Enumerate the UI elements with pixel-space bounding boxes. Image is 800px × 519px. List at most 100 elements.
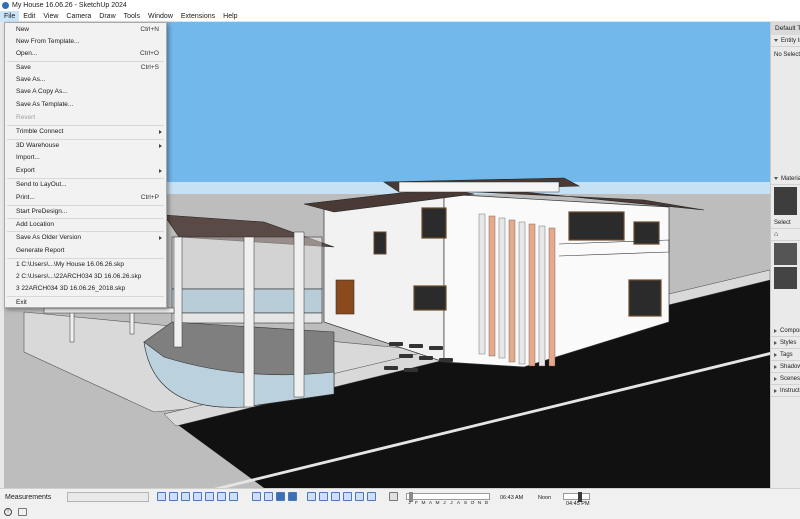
no-selection-text: No Selection — [774, 52, 800, 58]
wireframe-icon[interactable] — [264, 492, 273, 501]
front-view-icon[interactable] — [181, 492, 190, 501]
time-noon: Noon — [538, 495, 552, 501]
menu-item-3d-warehouse[interactable]: 3D Warehouse — [5, 140, 166, 152]
collapse-icon — [774, 328, 777, 333]
menu-item-new[interactable]: New Ctrl+N — [5, 24, 166, 36]
menu-item-generate-report[interactable]: Generate Report — [5, 245, 166, 257]
menu-item-new-from-template[interactable]: New From Template... — [5, 36, 166, 48]
bottom-view-icon[interactable] — [229, 492, 238, 501]
info-icon[interactable]: ! — [4, 508, 12, 516]
window-title: My House 16.06.26 - SketchUp 2024 — [12, 2, 127, 9]
upper-story-wall — [398, 181, 560, 193]
date-slider[interactable] — [406, 492, 490, 502]
scenes-panel[interactable]: Scenes — [771, 373, 800, 385]
front-door — [335, 279, 355, 315]
material-swatch[interactable] — [774, 187, 797, 215]
instructor-panel[interactable]: Instructor — [771, 385, 800, 397]
menu-item-recent-1[interactable]: 1 C:\Users\...\My House 16.06.26.skp — [5, 259, 166, 271]
shadows-toggle-icon[interactable] — [389, 492, 398, 501]
menu-item-open[interactable]: Open... Ctrl+O — [5, 48, 166, 60]
zoom-icon[interactable] — [307, 492, 316, 501]
menu-item-save-copy-as[interactable]: Save A Copy As... — [5, 86, 166, 98]
menu-item-import[interactable]: Import... — [5, 152, 166, 164]
time-slider[interactable] — [563, 492, 590, 502]
components-panel[interactable]: Components — [771, 325, 800, 337]
menu-item-start-predesign[interactable]: Start PreDesign... — [5, 206, 166, 218]
menu-item-export[interactable]: Export — [5, 165, 166, 177]
shadows-panel[interactable]: Shadows — [771, 361, 800, 373]
home-icon[interactable]: ⌂ — [774, 229, 778, 241]
status-bar: Measurements JFMAMJJASOND 06:43 AM Noon … — [0, 488, 800, 519]
menu-item-print[interactable]: Print... Ctrl+P — [5, 192, 166, 204]
select-tab[interactable]: Select — [771, 217, 800, 229]
time-end: 04:45 PM — [566, 501, 590, 507]
menu-view[interactable]: View — [39, 11, 62, 22]
collapse-icon — [774, 352, 777, 357]
month-scale: JFMAMJJASOND — [408, 501, 489, 506]
menu-item-save[interactable]: Save Ctrl+S — [5, 62, 166, 74]
menu-item-recent-3[interactable]: 3 22ARCH034 3D 16.06.26_2018.skp — [5, 283, 166, 295]
top-view-icon[interactable] — [169, 492, 178, 501]
submenu-arrow-icon — [159, 169, 162, 173]
window-lower-right — [628, 279, 662, 317]
menu-extensions[interactable]: Extensions — [177, 11, 219, 22]
tags-panel[interactable]: Tags — [771, 349, 800, 361]
window-side — [373, 231, 387, 255]
menu-camera[interactable]: Camera — [62, 11, 95, 22]
section-plane-icon[interactable] — [355, 492, 364, 501]
collapse-icon — [774, 340, 777, 345]
measurements-label: Measurements — [5, 494, 52, 501]
submenu-arrow-icon — [159, 130, 162, 134]
geolocation-icon[interactable] — [18, 508, 27, 516]
right-view-icon[interactable] — [193, 492, 202, 501]
default-tray: Default Tray Entity Info No Selection Ma… — [770, 22, 800, 488]
material-thumb-1[interactable] — [774, 243, 797, 265]
menu-edit[interactable]: Edit — [19, 11, 39, 22]
orbit-icon[interactable] — [331, 492, 340, 501]
menu-tools[interactable]: Tools — [120, 11, 144, 22]
entity-info-body — [771, 63, 800, 173]
expand-icon — [774, 39, 778, 42]
time-start: 06:43 AM — [500, 495, 524, 501]
left-view-icon[interactable] — [217, 492, 226, 501]
materials-header[interactable]: Materials — [771, 173, 800, 185]
material-thumb-2[interactable] — [774, 267, 797, 289]
menu-item-trimble-connect[interactable]: Trimble Connect — [5, 126, 166, 138]
back-view-icon[interactable] — [205, 492, 214, 501]
menu-window[interactable]: Window — [144, 11, 177, 22]
window-lower-left — [413, 285, 447, 311]
menu-draw[interactable]: Draw — [95, 11, 119, 22]
pan-icon[interactable] — [343, 492, 352, 501]
iso-view-icon[interactable] — [157, 492, 166, 501]
display-section-icon[interactable] — [367, 492, 376, 501]
styles-panel[interactable]: Styles — [771, 337, 800, 349]
window-upper-right — [568, 211, 625, 241]
menu-item-add-location[interactable]: Add Location — [5, 219, 166, 231]
menu-help[interactable]: Help — [219, 11, 241, 22]
shaded-textures-icon[interactable] — [288, 492, 297, 501]
menu-item-exit[interactable]: Exit — [5, 297, 166, 309]
collapse-icon — [774, 364, 777, 369]
entity-info-header[interactable]: Entity Info — [771, 35, 800, 47]
material-nav: ⌂ — [771, 229, 800, 241]
menu-file[interactable]: File — [0, 10, 20, 22]
collapse-icon — [774, 376, 777, 381]
xray-icon[interactable] — [252, 492, 261, 501]
submenu-arrow-icon — [159, 236, 162, 240]
menu-bar: File Edit View Camera Draw Tools Window … — [0, 10, 800, 22]
file-menu-dropdown: New Ctrl+N New From Template... Open... Ct… — [4, 22, 167, 308]
shaded-icon[interactable] — [276, 492, 285, 501]
expand-icon — [774, 177, 778, 180]
menu-item-save-as[interactable]: Save As... — [5, 74, 166, 86]
sketchup-logo-icon — [2, 2, 9, 9]
collapse-icon — [774, 388, 777, 393]
window-upper-left — [421, 207, 447, 239]
zoom-extents-icon[interactable] — [319, 492, 328, 501]
measurements-input[interactable] — [67, 492, 149, 502]
menu-item-recent-2[interactable]: 2 C:\Users\...\22ARCH034 3D 16.06.26.skp — [5, 271, 166, 283]
menu-item-send-to-layout[interactable]: Send to LayOut... — [5, 179, 166, 191]
tray-title: Default Tray — [771, 22, 800, 35]
menu-item-save-as-template[interactable]: Save As Template... — [5, 99, 166, 111]
title-bar: My House 16.06.26 - SketchUp 2024 — [0, 0, 800, 11]
menu-item-save-older-version[interactable]: Save As Older Version — [5, 232, 166, 244]
